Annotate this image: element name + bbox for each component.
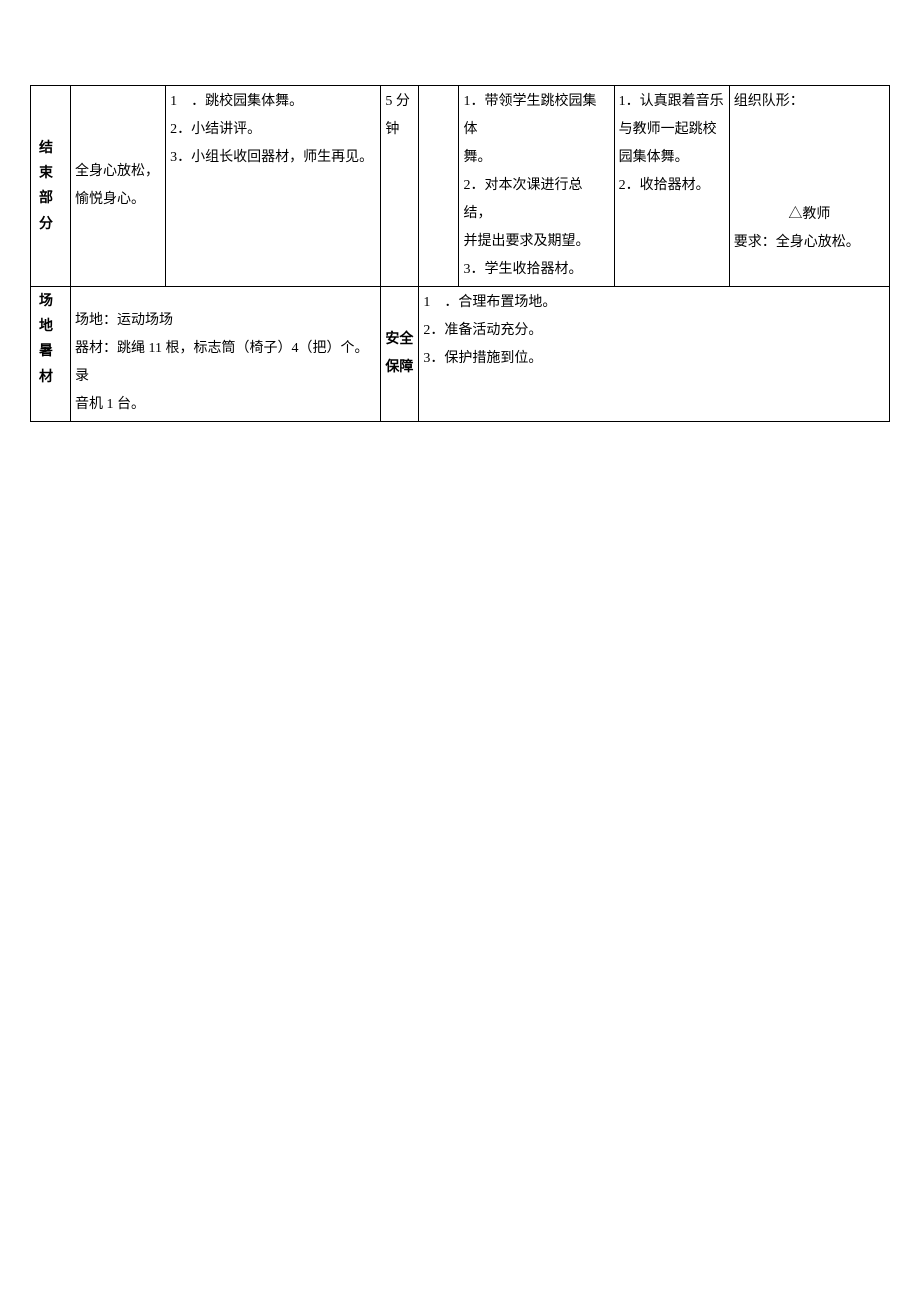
teacher-activity-list: 1．带领学生跳校园集体 舞。 2．对本次课进行总结， 并提出要求及期望。 3．学… — [459, 86, 613, 286]
safety-label-line: 保障 — [385, 354, 414, 382]
student-activity-line: 2．收拾器材。 — [619, 172, 725, 200]
section-label-line: 结 — [39, 136, 62, 161]
safety-label: 安全 保障 — [381, 324, 418, 384]
venue-label: 场 地 暑 材 — [31, 287, 70, 392]
formation-line: 组织队形： — [734, 88, 885, 116]
venue-line: 场地：运动场场 — [75, 307, 376, 335]
goal-cell: 全身心放松， 愉悦身心。 — [71, 86, 166, 287]
venue-content: 场地：运动场场 器材：跳绳 11 根，标志筒（椅子）4（把）个。录 音机 1 台… — [71, 287, 380, 421]
section-label-cell: 结 束 部 分 — [31, 86, 71, 287]
content-line: 2．小结讲评。 — [170, 116, 376, 144]
teacher-activity-line: 2．对本次课进行总结， — [463, 172, 609, 228]
venue-label-line: 地 — [39, 314, 62, 339]
formation-diagram-space — [734, 116, 885, 201]
time-line: 5 分 — [385, 88, 414, 116]
student-activity-cell: 1．认真跟着音乐 与教师一起跳校 园集体舞。 2．收拾器材。 — [614, 86, 729, 287]
teacher-activity-cell: 1．带领学生跳校园集体 舞。 2．对本次课进行总结， 并提出要求及期望。 3．学… — [459, 86, 614, 287]
safety-label-line: 安全 — [385, 326, 414, 354]
venue-row: 场 地 暑 材 场地：运动场场 器材：跳绳 11 根，标志筒（椅子）4（把）个。… — [31, 287, 890, 422]
empty-cell — [419, 86, 459, 287]
venue-line: 器材：跳绳 11 根，标志筒（椅子）4（把）个。录 — [75, 335, 376, 391]
content-line: 1 ．跳校园集体舞。 — [170, 88, 376, 116]
conclusion-row: 结 束 部 分 全身心放松， 愉悦身心。 1 ．跳校园集体舞。 2．小结讲评。 … — [31, 86, 890, 287]
section-label-line: 束 — [39, 161, 62, 186]
time-content: 5 分 钟 — [381, 86, 418, 146]
safety-label-cell: 安全 保障 — [381, 287, 419, 422]
teacher-activity-line: 3．学生收拾器材。 — [463, 256, 609, 284]
teacher-activity-line: 1．带领学生跳校园集体 — [463, 88, 609, 144]
goal-content: 全身心放松， 愉悦身心。 — [71, 156, 165, 216]
venue-label-cell: 场 地 暑 材 — [31, 287, 71, 422]
goal-line: 愉悦身心。 — [75, 186, 161, 214]
student-activity-line: 与教师一起跳校 — [619, 116, 725, 144]
goal-line: 全身心放松， — [75, 158, 161, 186]
student-activity-list: 1．认真跟着音乐 与教师一起跳校 园集体舞。 2．收拾器材。 — [615, 86, 729, 202]
time-line: 钟 — [385, 116, 414, 144]
formation-line: 要求：全身心放松。 — [734, 229, 885, 257]
safety-line: 3．保护措施到位。 — [423, 345, 885, 373]
teacher-activity-line: 舞。 — [463, 144, 609, 172]
venue-label-line: 场 — [39, 289, 62, 314]
content-list: 1 ．跳校园集体舞。 2．小结讲评。 3．小组长收回器材，师生再见。 — [166, 86, 380, 174]
content-cell: 1 ．跳校园集体舞。 2．小结讲评。 3．小组长收回器材，师生再见。 — [166, 86, 381, 287]
time-cell: 5 分 钟 — [381, 86, 419, 287]
safety-line: 1 ．合理布置场地。 — [423, 289, 885, 317]
student-activity-line: 1．认真跟着音乐 — [619, 88, 725, 116]
formation-cell: 组织队形： △教师 要求：全身心放松。 — [729, 86, 889, 287]
safety-line: 2．准备活动充分。 — [423, 317, 885, 345]
teacher-activity-line: 并提出要求及期望。 — [463, 228, 609, 256]
venue-label-line: 暑 — [39, 339, 62, 364]
student-activity-line: 园集体舞。 — [619, 144, 725, 172]
venue-label-line: 材 — [39, 365, 62, 390]
lesson-plan-table: 结 束 部 分 全身心放松， 愉悦身心。 1 ．跳校园集体舞。 2．小结讲评。 … — [30, 85, 890, 422]
venue-content-cell: 场地：运动场场 器材：跳绳 11 根，标志筒（椅子）4（把）个。录 音机 1 台… — [71, 287, 381, 422]
content-line: 3．小组长收回器材，师生再见。 — [170, 144, 376, 172]
venue-line: 音机 1 台。 — [75, 391, 376, 419]
section-label-line: 分 — [39, 212, 62, 237]
safety-content: 1 ．合理布置场地。 2．准备活动充分。 3．保护措施到位。 — [419, 287, 889, 375]
section-label-line: 部 — [39, 186, 62, 211]
safety-content-cell: 1 ．合理布置场地。 2．准备活动充分。 3．保护措施到位。 — [419, 287, 890, 422]
formation-content: 组织队形： △教师 要求：全身心放松。 — [730, 86, 889, 259]
formation-line: △教师 — [734, 201, 885, 229]
section-label: 结 束 部 分 — [31, 86, 70, 239]
